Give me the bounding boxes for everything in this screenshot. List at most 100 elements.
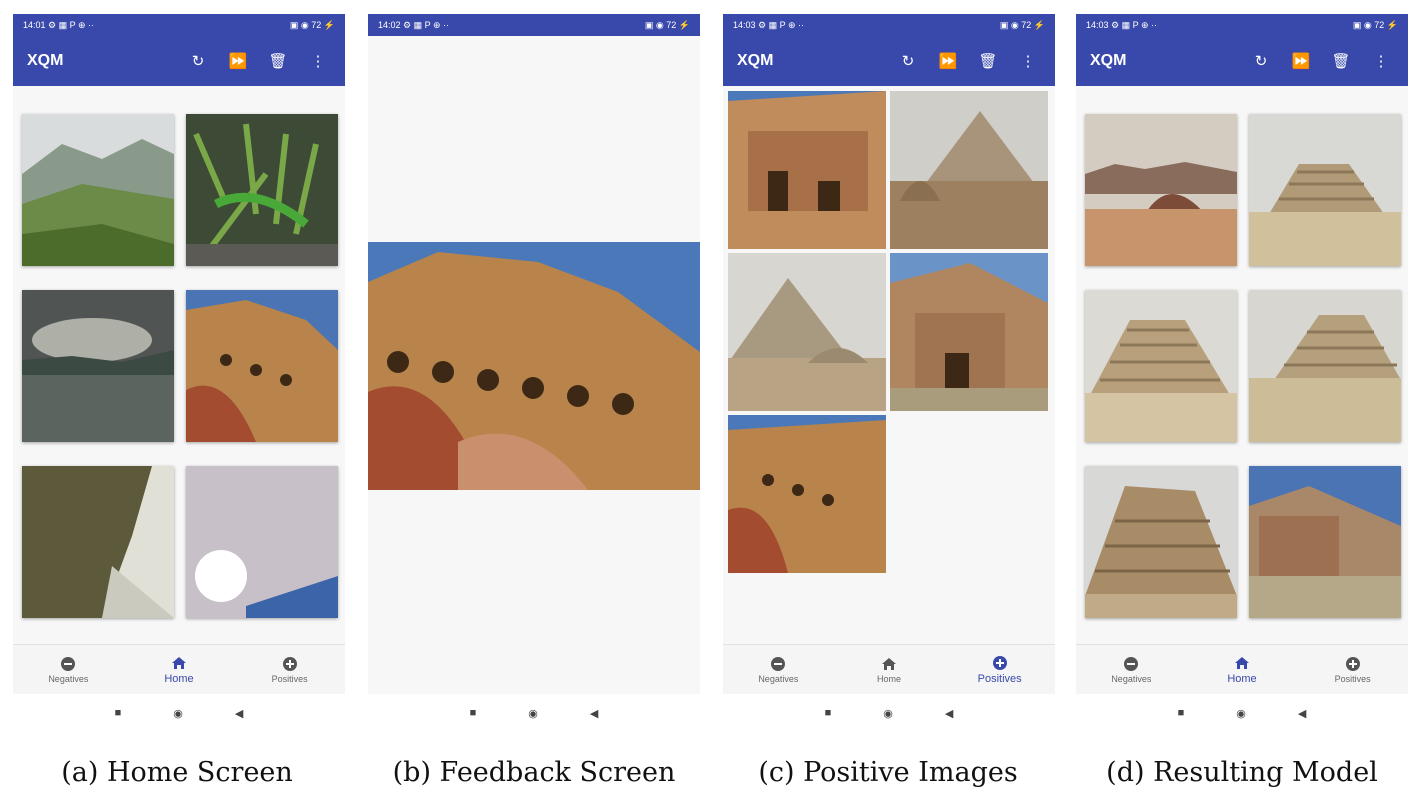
nav-label-negatives: Negatives bbox=[48, 673, 89, 684]
result-image-step-pyramid[interactable] bbox=[1249, 114, 1401, 266]
recents-icon[interactable]: ■ bbox=[470, 707, 477, 719]
home-circle-icon[interactable]: ◉ bbox=[173, 707, 183, 720]
home-icon bbox=[882, 657, 896, 670]
delete-icon[interactable]: 🗑 bbox=[975, 48, 1001, 74]
delete-icon[interactable]: 🗑 bbox=[1328, 48, 1354, 74]
status-time: 14:03 bbox=[1086, 19, 1109, 30]
nav-positives[interactable]: Positives bbox=[234, 645, 345, 694]
status-icons-left: ⚙ ▦ P ⊕ ·· bbox=[403, 19, 449, 30]
recents-icon[interactable]: ■ bbox=[1178, 707, 1185, 719]
bottom-navigation: Negatives Home Positives bbox=[13, 644, 345, 694]
status-bar: 14:01 ⚙ ▦ P ⊕ ·· ▣ ◉ 72 ⚡ bbox=[13, 14, 345, 36]
nav-home[interactable]: Home bbox=[124, 645, 235, 694]
phone-positive-images: 14:03 ⚙ ▦ P ⊕ ·· ▣ ◉ 72 ⚡ XQM ↻ ⏩ 🗑 ⋮ Ne… bbox=[723, 14, 1055, 732]
feedback-image[interactable] bbox=[368, 242, 700, 490]
minus-circle-icon bbox=[771, 656, 786, 671]
nav-label-positives: Positives bbox=[271, 673, 308, 684]
image-tile-mossy-rock[interactable] bbox=[22, 466, 174, 618]
positive-image-pyramid-sphinx[interactable] bbox=[890, 91, 1048, 249]
status-time: 14:03 bbox=[733, 19, 756, 30]
caption-d: (d) Resulting Model bbox=[1106, 757, 1378, 788]
delete-icon[interactable]: 🗑 bbox=[265, 48, 291, 74]
home-circle-icon[interactable]: ◉ bbox=[883, 707, 893, 720]
plus-circle-icon bbox=[992, 655, 1007, 670]
app-title: XQM bbox=[737, 52, 774, 69]
image-tile-mountain-meadow[interactable] bbox=[22, 114, 174, 266]
result-image-step-pyramid-2[interactable] bbox=[1085, 290, 1237, 442]
nav-negatives[interactable]: Negatives bbox=[13, 645, 124, 694]
refresh-icon[interactable]: ↻ bbox=[1248, 48, 1274, 74]
status-icons-right: ▣ ◉ 72 ⚡ bbox=[644, 19, 690, 30]
system-navigation: ■ ◉ ◀ bbox=[368, 694, 700, 732]
recents-icon[interactable]: ■ bbox=[825, 707, 832, 719]
positive-image-pyramid-dunes[interactable] bbox=[728, 253, 886, 411]
back-icon[interactable]: ◀ bbox=[1298, 707, 1306, 720]
nav-positives[interactable]: Positives bbox=[944, 645, 1055, 694]
refresh-icon[interactable]: ↻ bbox=[895, 48, 921, 74]
fast-forward-icon[interactable]: ⏩ bbox=[225, 48, 251, 74]
home-circle-icon[interactable]: ◉ bbox=[1236, 707, 1246, 720]
nav-label-negatives: Negatives bbox=[1111, 673, 1152, 684]
plus-circle-icon bbox=[282, 656, 297, 671]
nav-home[interactable]: Home bbox=[1187, 645, 1298, 694]
positive-image-petra-tombs[interactable] bbox=[728, 91, 886, 249]
more-vert-icon[interactable]: ⋮ bbox=[1368, 48, 1394, 74]
status-icons-right: ▣ ◉ 72 ⚡ bbox=[999, 19, 1045, 30]
back-icon[interactable]: ◀ bbox=[590, 707, 598, 720]
status-bar: 14:03 ⚙ ▦ P ⊕ ·· ▣ ◉ 72 ⚡ bbox=[1076, 14, 1408, 36]
back-icon[interactable]: ◀ bbox=[945, 707, 953, 720]
status-bar: 14:03 ⚙ ▦ P ⊕ ·· ▣ ◉ 72 ⚡ bbox=[723, 14, 1055, 36]
nav-label-positives: Positives bbox=[977, 672, 1022, 685]
nav-label-negatives: Negatives bbox=[758, 673, 799, 684]
plus-circle-icon bbox=[1345, 656, 1360, 671]
phone-resulting-model: 14:03 ⚙ ▦ P ⊕ ·· ▣ ◉ 72 ⚡ XQM ↻ ⏩ 🗑 ⋮ Ne… bbox=[1076, 14, 1408, 732]
nav-negatives[interactable]: Negatives bbox=[723, 645, 834, 694]
nav-negatives[interactable]: Negatives bbox=[1076, 645, 1187, 694]
status-bar: 14:02 ⚙ ▦ P ⊕ ·· ▣ ◉ 72 ⚡ bbox=[368, 14, 700, 36]
fast-forward-icon[interactable]: ⏩ bbox=[935, 48, 961, 74]
result-image-petra-monastery[interactable] bbox=[1249, 466, 1401, 618]
bottom-navigation: Negatives Home Positives bbox=[1076, 644, 1408, 694]
status-icons-left: ⚙ ▦ P ⊕ ·· bbox=[48, 19, 94, 30]
positive-image-petra-monastery[interactable] bbox=[890, 253, 1048, 411]
home-icon bbox=[172, 656, 186, 669]
image-tile-stormy-sea[interactable] bbox=[22, 290, 174, 442]
image-tile-petra-cliff[interactable] bbox=[186, 290, 338, 442]
nav-label-positives: Positives bbox=[1334, 673, 1371, 684]
system-navigation: ■ ◉ ◀ bbox=[13, 694, 345, 732]
system-navigation: ■ ◉ ◀ bbox=[1076, 694, 1408, 732]
phone-feedback-screen: 14:02 ⚙ ▦ P ⊕ ·· ▣ ◉ 72 ⚡ ■ ◉ ◀ bbox=[368, 14, 700, 732]
home-icon bbox=[1235, 656, 1249, 669]
caption-a: (a) Home Screen bbox=[61, 757, 293, 788]
nav-positives[interactable]: Positives bbox=[1297, 645, 1408, 694]
status-icons-left: ⚙ ▦ P ⊕ ·· bbox=[1111, 19, 1157, 30]
minus-circle-icon bbox=[61, 656, 76, 671]
result-image-step-pyramid-3[interactable] bbox=[1249, 290, 1401, 442]
app-title: XQM bbox=[1090, 52, 1127, 69]
result-image-step-pyramid-4[interactable] bbox=[1085, 466, 1237, 618]
minus-circle-icon bbox=[1124, 656, 1139, 671]
status-icons-right: ▣ ◉ 72 ⚡ bbox=[289, 19, 335, 30]
caption-b: (b) Feedback Screen bbox=[392, 757, 676, 788]
system-navigation: ■ ◉ ◀ bbox=[723, 694, 1055, 732]
nav-home[interactable]: Home bbox=[834, 645, 945, 694]
status-time: 14:01 bbox=[23, 19, 46, 30]
more-vert-icon[interactable]: ⋮ bbox=[305, 48, 331, 74]
result-image-desert-rocks[interactable] bbox=[1085, 114, 1237, 266]
home-circle-icon[interactable]: ◉ bbox=[528, 707, 538, 720]
fast-forward-icon[interactable]: ⏩ bbox=[1288, 48, 1314, 74]
more-vert-icon[interactable]: ⋮ bbox=[1015, 48, 1041, 74]
image-tile-lizard-plants[interactable] bbox=[186, 114, 338, 266]
refresh-icon[interactable]: ↻ bbox=[185, 48, 211, 74]
bottom-navigation: Negatives Home Positives bbox=[723, 644, 1055, 694]
recents-icon[interactable]: ■ bbox=[115, 707, 122, 719]
app-bar: XQM ↻ ⏩ 🗑 ⋮ bbox=[723, 36, 1055, 86]
status-icons-left: ⚙ ▦ P ⊕ ·· bbox=[758, 19, 804, 30]
nav-label-home: Home bbox=[164, 672, 194, 685]
image-tile-bright-light-room[interactable] bbox=[186, 466, 338, 618]
status-icons-right: ▣ ◉ 72 ⚡ bbox=[1352, 19, 1398, 30]
app-title: XQM bbox=[27, 52, 64, 69]
nav-label-home: Home bbox=[1227, 672, 1257, 685]
back-icon[interactable]: ◀ bbox=[235, 707, 243, 720]
positive-image-petra-cliff[interactable] bbox=[728, 415, 886, 573]
